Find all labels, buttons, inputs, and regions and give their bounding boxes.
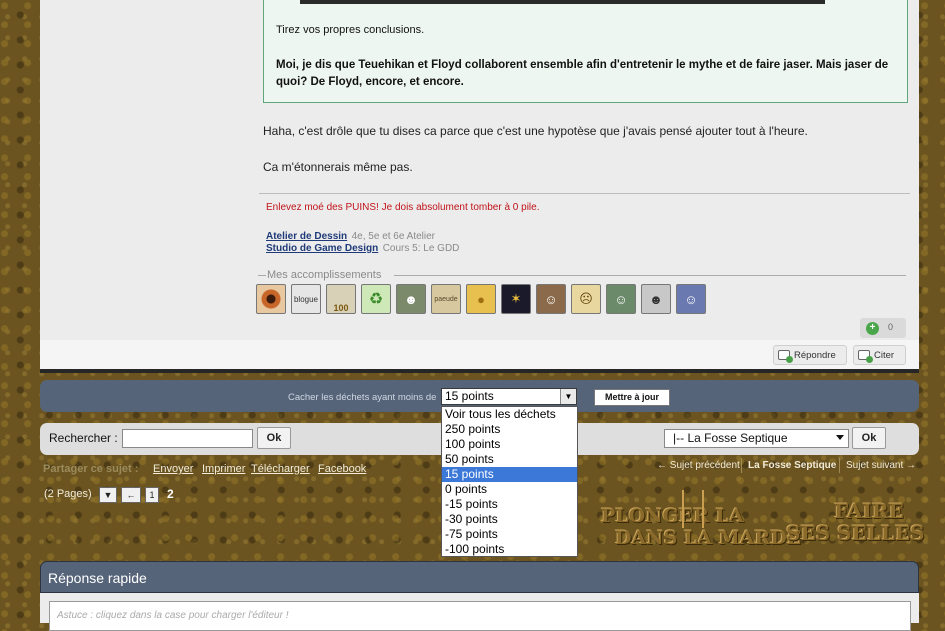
dropdown-option[interactable]: -15 points xyxy=(442,497,577,512)
filter-selected-value: 15 points xyxy=(445,389,494,403)
achievements-rule xyxy=(394,275,906,276)
quote-bold-text: Moi, je dis que Teuehikan et Floyd colla… xyxy=(276,59,889,88)
blogue-badge-icon[interactable]: blogue xyxy=(291,284,321,314)
share-facebook-link[interactable]: Facebook xyxy=(318,463,366,475)
filter-label: Cacher les déchets ayant moins de xyxy=(288,392,437,403)
santa-badge-icon[interactable]: ☺ xyxy=(606,284,636,314)
quick-reply-tip: Astuce : cliquez dans la case pour charg… xyxy=(57,610,289,621)
next-topic-link[interactable]: Sujet suivant → xyxy=(846,460,916,471)
quote-label: Citer xyxy=(874,349,895,361)
parchment-badge-icon[interactable]: paeude xyxy=(431,284,461,314)
signature-link-game-design[interactable]: Studio de Game Design xyxy=(266,243,378,254)
achievements-title: Mes accomplissements xyxy=(266,269,383,281)
zombie-badge-icon[interactable]: ☻ xyxy=(396,284,426,314)
vote-count: 0 xyxy=(888,322,894,332)
filter-select[interactable]: 15 points ▼ xyxy=(441,388,577,405)
stick-figure-icon xyxy=(682,490,704,528)
skull-face-badge-icon[interactable]: ☹ xyxy=(571,284,601,314)
topic-nav-divider xyxy=(741,458,742,473)
search-input[interactable] xyxy=(122,429,253,448)
reply-label: Répondre xyxy=(794,349,836,361)
eye-badge-icon[interactable] xyxy=(256,284,286,314)
achievement-badges: blogue 100 ♻ ☻ paeude ● ✶ ☺ ☹ ☺ ☻ ☺ xyxy=(256,284,706,316)
dropdown-option[interactable]: -30 points xyxy=(442,512,577,527)
share-print-link[interactable]: Imprimer xyxy=(202,463,245,475)
quote-text: Tirez vos propres conclusions. xyxy=(276,24,425,36)
chevron-down-icon[interactable]: ▼ xyxy=(560,389,576,404)
achievements-rule xyxy=(258,275,266,276)
search-label: Rechercher : xyxy=(49,431,118,445)
current-forum-link[interactable]: La Fosse Septique xyxy=(748,460,836,471)
panel-bottom-border xyxy=(40,369,919,373)
faire-logo-line2: SES SELLES xyxy=(786,521,925,545)
search-ok-button[interactable]: Ok xyxy=(257,427,291,449)
reply-button[interactable]: Répondre xyxy=(773,345,847,365)
forum-jump-value: |-- La Fosse Septique xyxy=(673,431,788,445)
filter-dropdown-list[interactable]: Voir tous les déchets 250 points 100 poi… xyxy=(441,406,578,557)
chief-badge-icon[interactable]: ☺ xyxy=(536,284,566,314)
forum-jump-select[interactable]: |-- La Fosse Septique xyxy=(664,429,849,448)
signature-link-row: Studio de Game Design Cours 5: Le GDD xyxy=(266,238,459,256)
faire-logo-line1: FAIRE xyxy=(834,499,904,523)
quoted-image xyxy=(300,0,825,4)
signature-sub: Cours 5: Le GDD xyxy=(382,243,460,254)
reply-icon xyxy=(778,350,793,363)
quote-button[interactable]: Citer xyxy=(853,345,906,365)
previous-topic-link[interactable]: ← Sujet précédent xyxy=(657,460,740,471)
post-text-line2: Ca m'étonnerais même pas. xyxy=(263,160,413,174)
prev-page-button[interactable]: ← xyxy=(121,487,141,503)
man-badge-icon[interactable]: ☺ xyxy=(676,284,706,314)
signature-divider xyxy=(259,193,910,194)
joker-badge-icon[interactable]: ☻ xyxy=(641,284,671,314)
dropdown-option[interactable]: 100 points xyxy=(442,437,577,452)
pages-label: (2 Pages) xyxy=(44,488,92,500)
update-button[interactable]: Mettre à jour xyxy=(594,389,670,406)
topic-nav-divider xyxy=(839,458,840,473)
share-download-link[interactable]: Télécharger xyxy=(251,463,310,475)
forum-jump-ok-button[interactable]: Ok xyxy=(852,427,886,449)
vote-plus-icon[interactable]: + xyxy=(866,322,879,335)
quote-icon xyxy=(858,350,873,363)
spatula-100-badge-icon[interactable]: 100 xyxy=(326,284,356,314)
current-page: 2 xyxy=(167,487,174,501)
plunger-logo-line2: DANS LA MARDE xyxy=(615,527,802,549)
dropdown-option[interactable]: -75 points xyxy=(442,527,577,542)
page-jump-button[interactable]: ▼ xyxy=(99,487,117,503)
dropdown-option-selected[interactable]: 15 points xyxy=(442,467,577,482)
post-text-line1: Haha, c'est drôle que tu dises ca parce … xyxy=(263,124,808,138)
dropdown-option[interactable]: 250 points xyxy=(442,422,577,437)
dropdown-option[interactable]: Voir tous les déchets xyxy=(442,407,577,422)
quick-reply-header xyxy=(40,561,919,593)
quick-reply-title: Réponse rapide xyxy=(48,570,147,586)
page-1-link[interactable]: 1 xyxy=(145,487,159,503)
recycle-badge-icon[interactable]: ♻ xyxy=(361,284,391,314)
signature-red-text: Enlevez moé des PUINS! Je dois absolumen… xyxy=(266,202,540,213)
dropdown-option[interactable]: 0 points xyxy=(442,482,577,497)
dropdown-option[interactable]: -100 points xyxy=(442,542,577,557)
faire-logo[interactable]: FAIRE SES SELLES xyxy=(786,500,925,544)
fireworks-badge-icon[interactable]: ✶ xyxy=(501,284,531,314)
share-email-link[interactable]: Envoyer xyxy=(153,463,193,475)
share-label: Partager ce sujet : xyxy=(43,463,139,475)
dropdown-option[interactable]: 50 points xyxy=(442,452,577,467)
chevron-down-icon xyxy=(836,435,844,440)
coins-badge-icon[interactable]: ● xyxy=(466,284,496,314)
